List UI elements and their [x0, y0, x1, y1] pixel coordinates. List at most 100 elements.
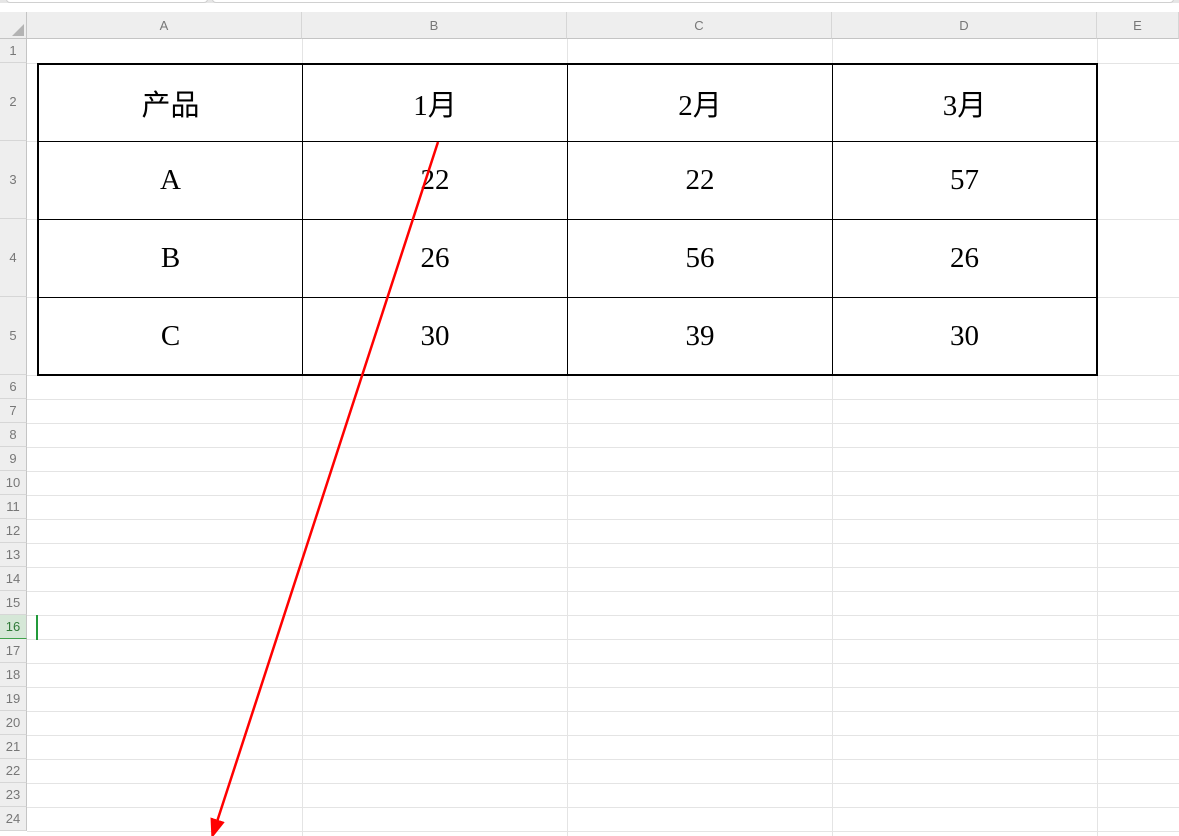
row-label: 6 [9, 379, 16, 394]
cell-D2[interactable]: 3月 [832, 63, 1098, 142]
row-label: 1 [9, 43, 16, 58]
col-header-E[interactable]: E [1097, 12, 1179, 39]
cell-B2[interactable]: 1月 [302, 63, 568, 142]
row-label: 4 [9, 250, 16, 265]
row-header-3[interactable]: 3 [0, 141, 27, 219]
val: 39 [686, 320, 715, 353]
row-label: 15 [6, 595, 20, 610]
row-label: 19 [6, 691, 20, 706]
select-all-icon [12, 24, 24, 36]
gridline [27, 591, 1179, 592]
cell-D3[interactable]: 57 [832, 141, 1098, 220]
cell-C4[interactable]: 56 [567, 219, 833, 298]
row-header-1[interactable]: 1 [0, 39, 27, 63]
row-header-20[interactable]: 20 [0, 711, 27, 735]
col-label: A [160, 18, 169, 33]
row-label: 13 [6, 547, 20, 562]
row-label: 11 [6, 499, 20, 514]
col-label: B [430, 18, 439, 33]
cell-C3[interactable]: 22 [567, 141, 833, 220]
row-header-24[interactable]: 24 [0, 807, 27, 831]
col-header-C[interactable]: C [567, 12, 832, 39]
val: 30 [421, 320, 450, 353]
row-label: 23 [6, 787, 20, 802]
row-header-11[interactable]: 11 [0, 495, 27, 519]
gridline [27, 423, 1179, 424]
gridline [27, 519, 1179, 520]
row-label: 17 [6, 643, 20, 658]
cells-area[interactable]: 产品 1月 2月 3月 A 22 22 57 B 26 56 26 C 30 3… [27, 39, 1179, 836]
row-header-5[interactable]: 5 [0, 297, 27, 375]
row-label: 21 [6, 739, 20, 754]
gridline [27, 447, 1179, 448]
row-header-13[interactable]: 13 [0, 543, 27, 567]
cell-A2[interactable]: 产品 [37, 63, 303, 142]
row-label: 9 [9, 451, 16, 466]
name-box[interactable] [6, 0, 208, 3]
gridline [27, 615, 1179, 616]
row-header-23[interactable]: 23 [0, 783, 27, 807]
gridline [27, 471, 1179, 472]
col-header-B[interactable]: B [302, 12, 567, 39]
cell-A5[interactable]: C [37, 297, 303, 376]
val: B [161, 242, 180, 275]
select-all-corner[interactable] [0, 12, 27, 39]
row-header-19[interactable]: 19 [0, 687, 27, 711]
cell-A4[interactable]: B [37, 219, 303, 298]
hdr-m3: 3月 [943, 82, 987, 124]
cell-C5[interactable]: 39 [567, 297, 833, 376]
gridline [27, 639, 1179, 640]
row-label: 24 [6, 811, 20, 826]
row-label: 20 [6, 715, 20, 730]
row-label: 2 [9, 94, 16, 109]
row-label: 5 [9, 328, 16, 343]
cell-C2[interactable]: 2月 [567, 63, 833, 142]
cell-A3[interactable]: A [37, 141, 303, 220]
row-header-6[interactable]: 6 [0, 375, 27, 399]
gridline [27, 567, 1179, 568]
cell-B5[interactable]: 30 [302, 297, 568, 376]
cell-B3[interactable]: 22 [302, 141, 568, 220]
col-label: C [694, 18, 703, 33]
val: 26 [421, 242, 450, 275]
row-header-8[interactable]: 8 [0, 423, 27, 447]
row-header-15[interactable]: 15 [0, 591, 27, 615]
formula-bar[interactable] [212, 0, 1174, 3]
row-label: 8 [9, 427, 16, 442]
gridline [27, 687, 1179, 688]
row-label: 12 [6, 523, 20, 538]
row-label: 7 [9, 403, 16, 418]
hdr-m2: 2月 [678, 82, 722, 124]
cell-B4[interactable]: 26 [302, 219, 568, 298]
row-label: 16 [6, 619, 20, 634]
val: 22 [686, 164, 715, 197]
gridline [27, 807, 1179, 808]
row-header-22[interactable]: 22 [0, 759, 27, 783]
cell-D4[interactable]: 26 [832, 219, 1098, 298]
gridline [27, 759, 1179, 760]
row-header-12[interactable]: 12 [0, 519, 27, 543]
row-header-4[interactable]: 4 [0, 219, 27, 297]
hdr-m1: 1月 [413, 82, 457, 124]
row-header-2[interactable]: 2 [0, 63, 27, 141]
row-header-14[interactable]: 14 [0, 567, 27, 591]
val: 30 [950, 320, 979, 353]
row-header-7[interactable]: 7 [0, 399, 27, 423]
row-header-9[interactable]: 9 [0, 447, 27, 471]
gridline [27, 543, 1179, 544]
col-header-A[interactable]: A [27, 12, 302, 39]
gridline [27, 735, 1179, 736]
col-label: D [959, 18, 968, 33]
gridline [27, 711, 1179, 712]
row-header-17[interactable]: 17 [0, 639, 27, 663]
row-header-21[interactable]: 21 [0, 735, 27, 759]
val: 56 [686, 242, 715, 275]
row-header-18[interactable]: 18 [0, 663, 27, 687]
row-label: 14 [6, 571, 20, 586]
cell-D5[interactable]: 30 [832, 297, 1098, 376]
spreadsheet: A B C D E 1 2 3 4 5 6 7 8 9 10 11 12 13 … [0, 12, 1179, 836]
row-label: 10 [6, 475, 20, 490]
row-header-16[interactable]: 16 [0, 615, 27, 639]
col-header-D[interactable]: D [832, 12, 1097, 39]
row-header-10[interactable]: 10 [0, 471, 27, 495]
